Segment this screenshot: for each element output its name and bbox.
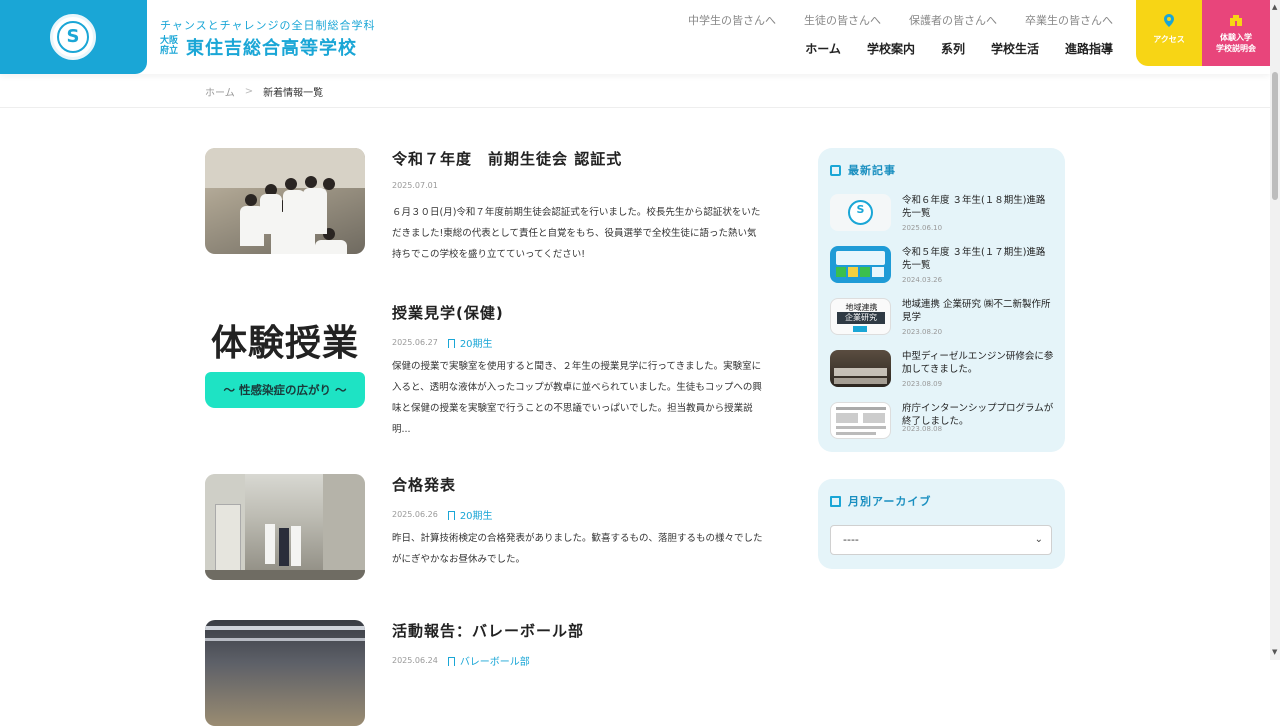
open-campus-label-2: 学校説明会 xyxy=(1216,44,1256,53)
thumbnail-heading: 体験授業 xyxy=(210,323,359,364)
bookmark-icon xyxy=(447,339,455,348)
scrollbar-thumb[interactable] xyxy=(1272,72,1278,200)
recent-post-thumbnail: S xyxy=(830,194,891,231)
school-emblem-icon: S xyxy=(50,14,96,60)
school-building-icon xyxy=(1202,14,1270,29)
recent-posts-heading: 最新記事 xyxy=(830,162,896,178)
audience-nav: 中学生の皆さんへ 生徒の皆さんへ 保護者の皆さんへ 卒業生の皆さんへ xyxy=(660,12,1113,28)
scroll-down-icon[interactable]: ▼ xyxy=(1272,648,1277,656)
archive-select-value: ---- xyxy=(843,533,859,546)
recent-post-title[interactable]: 地域連携 企業研究 ㈱不二新製作所見学 xyxy=(902,298,1054,324)
recent-post-item[interactable]: 府庁インターンシッププログラムが終了しました。 2023.08.08 xyxy=(830,402,1054,442)
post-category[interactable]: 20期生 xyxy=(447,335,493,350)
bookmark-icon xyxy=(447,511,455,520)
recent-post-date: 2023.08.20 xyxy=(902,328,943,336)
thumbnail-band: 〜 性感染症の広がり 〜 xyxy=(205,372,365,408)
site-header: S チャンスとチャレンジの全日制総合学科 大阪府立 東住吉総合高等学校 中学生の… xyxy=(0,0,1270,74)
logo[interactable]: S xyxy=(0,0,147,74)
nav-school-life[interactable]: 学校生活 xyxy=(991,40,1039,57)
calendar-icon xyxy=(830,495,841,507)
main-nav: ホーム 学校案内 系列 学校生活 進路指導 xyxy=(779,40,1113,57)
post-category[interactable]: 20期生 xyxy=(447,507,493,522)
breadcrumb-current: 新着情報一覧 xyxy=(263,88,324,99)
post-meta: 2025.06.24 バレーボール部 xyxy=(392,653,530,668)
recent-post-thumbnail xyxy=(830,350,891,387)
post-thumbnail[interactable] xyxy=(205,148,365,254)
access-label: アクセス xyxy=(1153,35,1185,44)
nav-students[interactable]: 生徒の皆さんへ xyxy=(804,12,881,28)
archive-heading: 月別アーカイブ xyxy=(830,493,931,509)
recent-posts-widget: 最新記事 S 令和６年度 ３年生(１８期生)進路先一覧 2025.06.10 令… xyxy=(818,148,1065,452)
list-icon xyxy=(830,164,841,176)
recent-post-item[interactable]: 中型ディーゼルエンジン研修会に参加してきました。 2023.08.09 xyxy=(830,350,1054,390)
post-category-label: 20期生 xyxy=(459,339,493,350)
post-title[interactable]: 令和７年度 前期生徒会 認証式 xyxy=(392,148,622,169)
scroll-up-icon[interactable]: ▲ xyxy=(1272,3,1277,11)
nav-home[interactable]: ホーム xyxy=(805,40,841,57)
recent-post-date: 2024.03.26 xyxy=(902,276,943,284)
post-category-label: バレーボール部 xyxy=(459,657,530,668)
school-prefecture: 大阪府立 xyxy=(160,36,179,56)
breadcrumb: ホーム > 新着情報一覧 xyxy=(205,84,323,99)
post-category-label: 20期生 xyxy=(459,511,493,522)
chevron-down-icon: ⌄ xyxy=(1034,534,1043,545)
post-date: 2025.06.24 xyxy=(392,656,438,665)
recent-post-title[interactable]: 令和５年度 ３年生(１７期生)進路先一覧 xyxy=(902,246,1054,272)
archive-title: 月別アーカイブ xyxy=(848,495,932,508)
nav-alumni[interactable]: 卒業生の皆さんへ xyxy=(1025,12,1113,28)
recent-post-thumbnail xyxy=(830,402,891,439)
post-meta: 2025.06.27 20期生 xyxy=(392,335,493,350)
nav-junior-high[interactable]: 中学生の皆さんへ xyxy=(688,12,776,28)
chevron-right-icon: > xyxy=(244,86,254,97)
recent-post-date: 2023.08.09 xyxy=(902,380,943,388)
open-campus-label-1: 体験入学 xyxy=(1220,33,1252,42)
recent-posts-title: 最新記事 xyxy=(848,164,896,177)
post-date: 2025.06.26 xyxy=(392,510,438,519)
archive-select[interactable]: ---- ⌄ xyxy=(830,525,1052,555)
school-tagline: チャンスとチャレンジの全日制総合学科 xyxy=(160,19,376,32)
bookmark-icon xyxy=(447,657,455,666)
recent-post-title[interactable]: 令和６年度 ３年生(１８期生)進路先一覧 xyxy=(902,194,1054,220)
post-thumbnail[interactable] xyxy=(205,474,365,580)
nav-parents[interactable]: 保護者の皆さんへ xyxy=(909,12,997,28)
post-excerpt: 保健の授業で実験室を使用すると聞き、２年生の授業見学に行ってきました。実験室に入… xyxy=(392,361,762,435)
page-scrollbar[interactable]: ▲ ▼ xyxy=(1270,0,1280,660)
post-meta: 2025.07.01 xyxy=(392,181,438,190)
recent-post-thumbnail: 地域連携 企業研究 xyxy=(830,298,891,335)
nav-courses[interactable]: 系列 xyxy=(941,40,965,57)
post-thumbnail[interactable]: 体験授業 〜 性感染症の広がり 〜 xyxy=(205,302,365,408)
map-pin-icon xyxy=(1136,14,1202,30)
divider xyxy=(0,107,1270,108)
recent-post-date: 2023.08.08 xyxy=(902,425,943,433)
school-name[interactable]: 東住吉総合高等学校 xyxy=(186,34,357,60)
post-date: 2025.06.27 xyxy=(392,338,438,347)
recent-post-item[interactable]: S 令和６年度 ３年生(１８期生)進路先一覧 2025.06.10 xyxy=(830,194,1054,234)
recent-post-item[interactable]: 地域連携 企業研究 地域連携 企業研究 ㈱不二新製作所見学 2023.08.20 xyxy=(830,298,1054,338)
nav-career[interactable]: 進路指導 xyxy=(1065,40,1113,57)
breadcrumb-home[interactable]: ホーム xyxy=(205,84,235,99)
post-title[interactable]: 活動報告：バレーボール部 xyxy=(392,620,584,641)
open-campus-button[interactable]: 体験入学 学校説明会 xyxy=(1202,0,1270,66)
post-excerpt: ６月３０日(月)令和７年度前期生徒会認証式を行いました。校長先生から認証状をいた… xyxy=(392,207,761,260)
thumbnail-text-2: 企業研究 xyxy=(837,312,885,324)
recent-post-title[interactable]: 中型ディーゼルエンジン研修会に参加してきました。 xyxy=(902,350,1054,376)
post-category[interactable]: バレーボール部 xyxy=(447,653,530,668)
recent-post-item[interactable]: 令和５年度 ３年生(１７期生)進路先一覧 2024.03.26 xyxy=(830,246,1054,286)
recent-post-date: 2025.06.10 xyxy=(902,224,943,232)
post-meta: 2025.06.26 20期生 xyxy=(392,507,493,522)
post-excerpt: 昨日、計算技術検定の合格発表がありました。歓喜するもの、落胆するもの様々でしたが… xyxy=(392,533,763,565)
access-button[interactable]: アクセス xyxy=(1136,0,1202,66)
post-title[interactable]: 合格発表 xyxy=(392,474,456,495)
post-thumbnail[interactable] xyxy=(205,620,365,726)
post-title[interactable]: 授業見学(保健) xyxy=(392,302,504,323)
recent-post-thumbnail xyxy=(830,246,891,283)
nav-about[interactable]: 学校案内 xyxy=(867,40,915,57)
archive-widget: 月別アーカイブ ---- ⌄ xyxy=(818,479,1065,569)
post-date: 2025.07.01 xyxy=(392,181,438,190)
